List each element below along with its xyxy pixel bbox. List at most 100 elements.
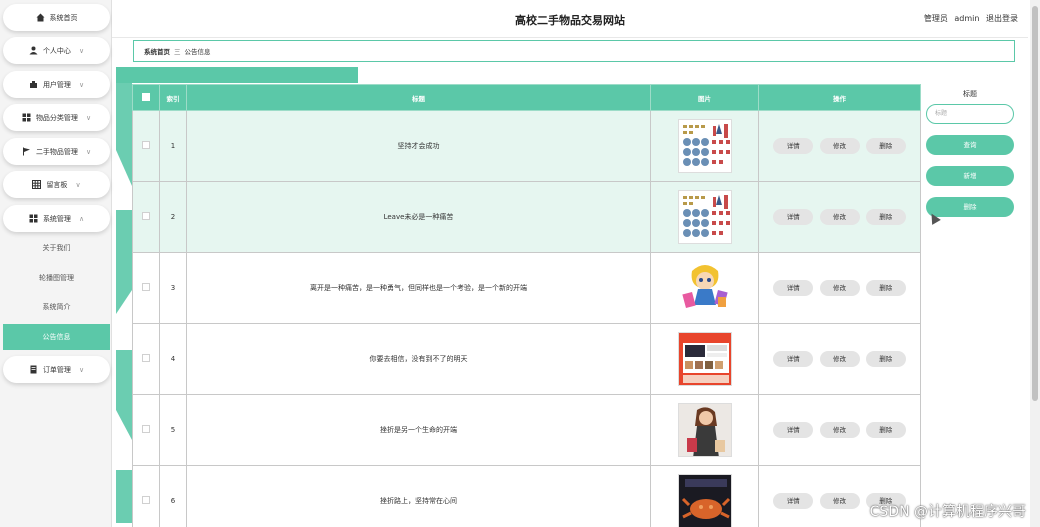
column-header-image: 图片 bbox=[650, 84, 759, 111]
home-icon bbox=[36, 13, 45, 22]
delete-button[interactable]: 删除 bbox=[865, 280, 906, 296]
breadcrumb-home[interactable]: 系统首页 bbox=[144, 46, 170, 56]
detail-button[interactable]: 详情 bbox=[773, 138, 814, 154]
row-image-cell bbox=[650, 110, 759, 182]
row-checkbox-cell bbox=[132, 323, 160, 395]
row-image-cell bbox=[650, 252, 759, 324]
row-index: 4 bbox=[159, 323, 187, 395]
sidebar-subitem-about[interactable]: 关于我们 bbox=[3, 235, 110, 261]
chevron-up-icon: ∧ bbox=[78, 214, 85, 223]
chevron-down-icon: ∨ bbox=[85, 113, 92, 122]
cartoon-shopper-image bbox=[677, 261, 732, 315]
row-checkbox[interactable] bbox=[142, 141, 150, 149]
row-checkbox-cell bbox=[132, 181, 160, 253]
detail-button[interactable]: 详情 bbox=[773, 422, 814, 438]
scrollbar-thumb[interactable] bbox=[1032, 6, 1038, 401]
delete-button[interactable]: 删除 bbox=[865, 422, 906, 438]
detail-button[interactable]: 详情 bbox=[773, 351, 814, 367]
row-index: 1 bbox=[159, 110, 187, 182]
row-title: 挫折是另一个生命的开端 bbox=[186, 394, 651, 466]
sidebar-item-home[interactable]: 系统首页 bbox=[3, 4, 110, 31]
column-header-index: 索引 bbox=[159, 84, 187, 111]
sidebar-item-category[interactable]: 物品分类管理 ∨ bbox=[3, 104, 110, 131]
logout-link[interactable]: 退出登录 bbox=[986, 14, 1018, 23]
user-icon bbox=[29, 46, 38, 55]
top-header: 高校二手物品交易网站 管理员 admin 退出登录 bbox=[112, 0, 1028, 38]
table-row: 1 坚持才会成功 详情 修改 删除 bbox=[132, 110, 921, 182]
edit-button[interactable]: 修改 bbox=[819, 422, 860, 438]
detail-button[interactable]: 详情 bbox=[773, 280, 814, 296]
shopping-app-image bbox=[677, 332, 732, 386]
grid-icon bbox=[22, 113, 31, 122]
row-checkbox[interactable] bbox=[142, 496, 150, 504]
sidebar-item-label: 订单管理 bbox=[42, 365, 71, 374]
delete-button[interactable]: 删除 bbox=[865, 351, 906, 367]
edit-button[interactable]: 修改 bbox=[819, 138, 860, 154]
row-checkbox-cell bbox=[132, 252, 160, 324]
chevron-down-icon: ∨ bbox=[75, 180, 81, 189]
row-image-cell bbox=[650, 181, 759, 253]
query-button[interactable]: 查询 bbox=[926, 135, 1014, 155]
row-checkbox-cell bbox=[132, 465, 160, 527]
delete-button[interactable]: 删除 bbox=[865, 138, 906, 154]
breadcrumb-current: 公告信息 bbox=[184, 48, 211, 56]
column-header-title: 标题 bbox=[186, 84, 651, 111]
vertical-scrollbar[interactable] bbox=[1030, 0, 1040, 527]
row-checkbox[interactable] bbox=[142, 283, 150, 291]
row-title: 挫折路上，坚持常在心间 bbox=[186, 465, 651, 527]
batch-delete-button[interactable]: 删除 bbox=[926, 197, 1014, 217]
detail-button[interactable]: 详情 bbox=[773, 209, 814, 225]
row-title: Leave未必是一种痛苦 bbox=[186, 181, 651, 253]
delete-button[interactable]: 删除 bbox=[865, 209, 906, 225]
table-icon bbox=[32, 180, 42, 189]
chevron-down-icon: ∨ bbox=[78, 46, 85, 55]
row-index: 2 bbox=[159, 181, 187, 253]
sidebar-item-profile[interactable]: 个人中心 ∨ bbox=[3, 37, 110, 64]
column-header-actions: 操作 bbox=[758, 84, 921, 111]
sidebar: 系统首页 个人中心 ∨ 用户管理 ∨ 物品分类管理 ∨ 二手物品管理 ∨ 留言板… bbox=[0, 0, 112, 527]
woman-shopping-image bbox=[677, 403, 732, 457]
sidebar-item-users[interactable]: 用户管理 ∨ bbox=[3, 71, 110, 98]
row-checkbox[interactable] bbox=[142, 212, 150, 220]
table-header-row: 索引 标题 图片 操作 bbox=[132, 84, 921, 111]
breadcrumb: 系统首页 三 公告信息 bbox=[133, 40, 1015, 62]
row-index: 3 bbox=[159, 252, 187, 324]
flag-icon bbox=[22, 147, 31, 156]
select-all-checkbox[interactable] bbox=[142, 92, 150, 101]
row-checkbox-cell bbox=[132, 394, 160, 466]
title-search-input[interactable]: 标题 bbox=[926, 104, 1014, 124]
add-button[interactable]: 新增 bbox=[926, 166, 1014, 186]
sidebar-item-goods[interactable]: 二手物品管理 ∨ bbox=[3, 138, 110, 165]
sidebar-subitem-notice[interactable]: 公告信息 bbox=[3, 324, 110, 350]
row-image-cell bbox=[650, 394, 759, 466]
sidebar-item-messages[interactable]: 留言板 ∨ bbox=[3, 171, 110, 198]
edit-button[interactable]: 修改 bbox=[819, 209, 860, 225]
detail-button[interactable]: 详情 bbox=[773, 493, 814, 509]
edit-button[interactable]: 修改 bbox=[819, 280, 860, 296]
search-panel: 标题 标题 查询 新增 删除 bbox=[924, 84, 1016, 217]
row-index: 6 bbox=[159, 465, 187, 527]
table-row: 3 离开是一种痛苦，是一种勇气，但同样也是一个考验，是一个新的开端 详情 修改 … bbox=[132, 252, 921, 324]
table-row: 4 你要去相信，没有到不了的明天 详情 修改 删除 bbox=[132, 323, 921, 395]
product-grid-image bbox=[677, 119, 732, 173]
row-checkbox[interactable] bbox=[142, 425, 150, 433]
select-all-cell bbox=[132, 84, 160, 111]
sidebar-item-orders[interactable]: 订单管理 ∨ bbox=[3, 356, 110, 383]
row-checkbox[interactable] bbox=[142, 354, 150, 362]
row-title: 离开是一种痛苦，是一种勇气，但同样也是一个考验，是一个新的开端 bbox=[186, 252, 651, 324]
edit-button[interactable]: 修改 bbox=[819, 493, 860, 509]
sidebar-subitem-intro[interactable]: 系统简介 bbox=[3, 294, 110, 320]
notice-table: 索引 标题 图片 操作 1 坚持才会成功 详情 修改 删除 2 Leave未必是… bbox=[132, 84, 921, 527]
row-actions: 详情 修改 删除 bbox=[758, 110, 921, 182]
chevron-down-icon: ∨ bbox=[78, 80, 85, 89]
edit-button[interactable]: 修改 bbox=[819, 351, 860, 367]
row-index: 5 bbox=[159, 394, 187, 466]
sidebar-item-system[interactable]: 系统管理 ∧ bbox=[3, 205, 110, 232]
sidebar-item-label: 留言板 bbox=[46, 180, 68, 189]
doc-icon bbox=[29, 365, 38, 374]
row-actions: 详情 修改 删除 bbox=[758, 323, 921, 395]
chevron-down-icon: ∨ bbox=[85, 147, 92, 156]
chevron-down-icon: ∨ bbox=[78, 365, 85, 374]
row-title: 你要去相信，没有到不了的明天 bbox=[186, 323, 651, 395]
sidebar-subitem-carousel[interactable]: 轮播图管理 bbox=[3, 265, 110, 291]
